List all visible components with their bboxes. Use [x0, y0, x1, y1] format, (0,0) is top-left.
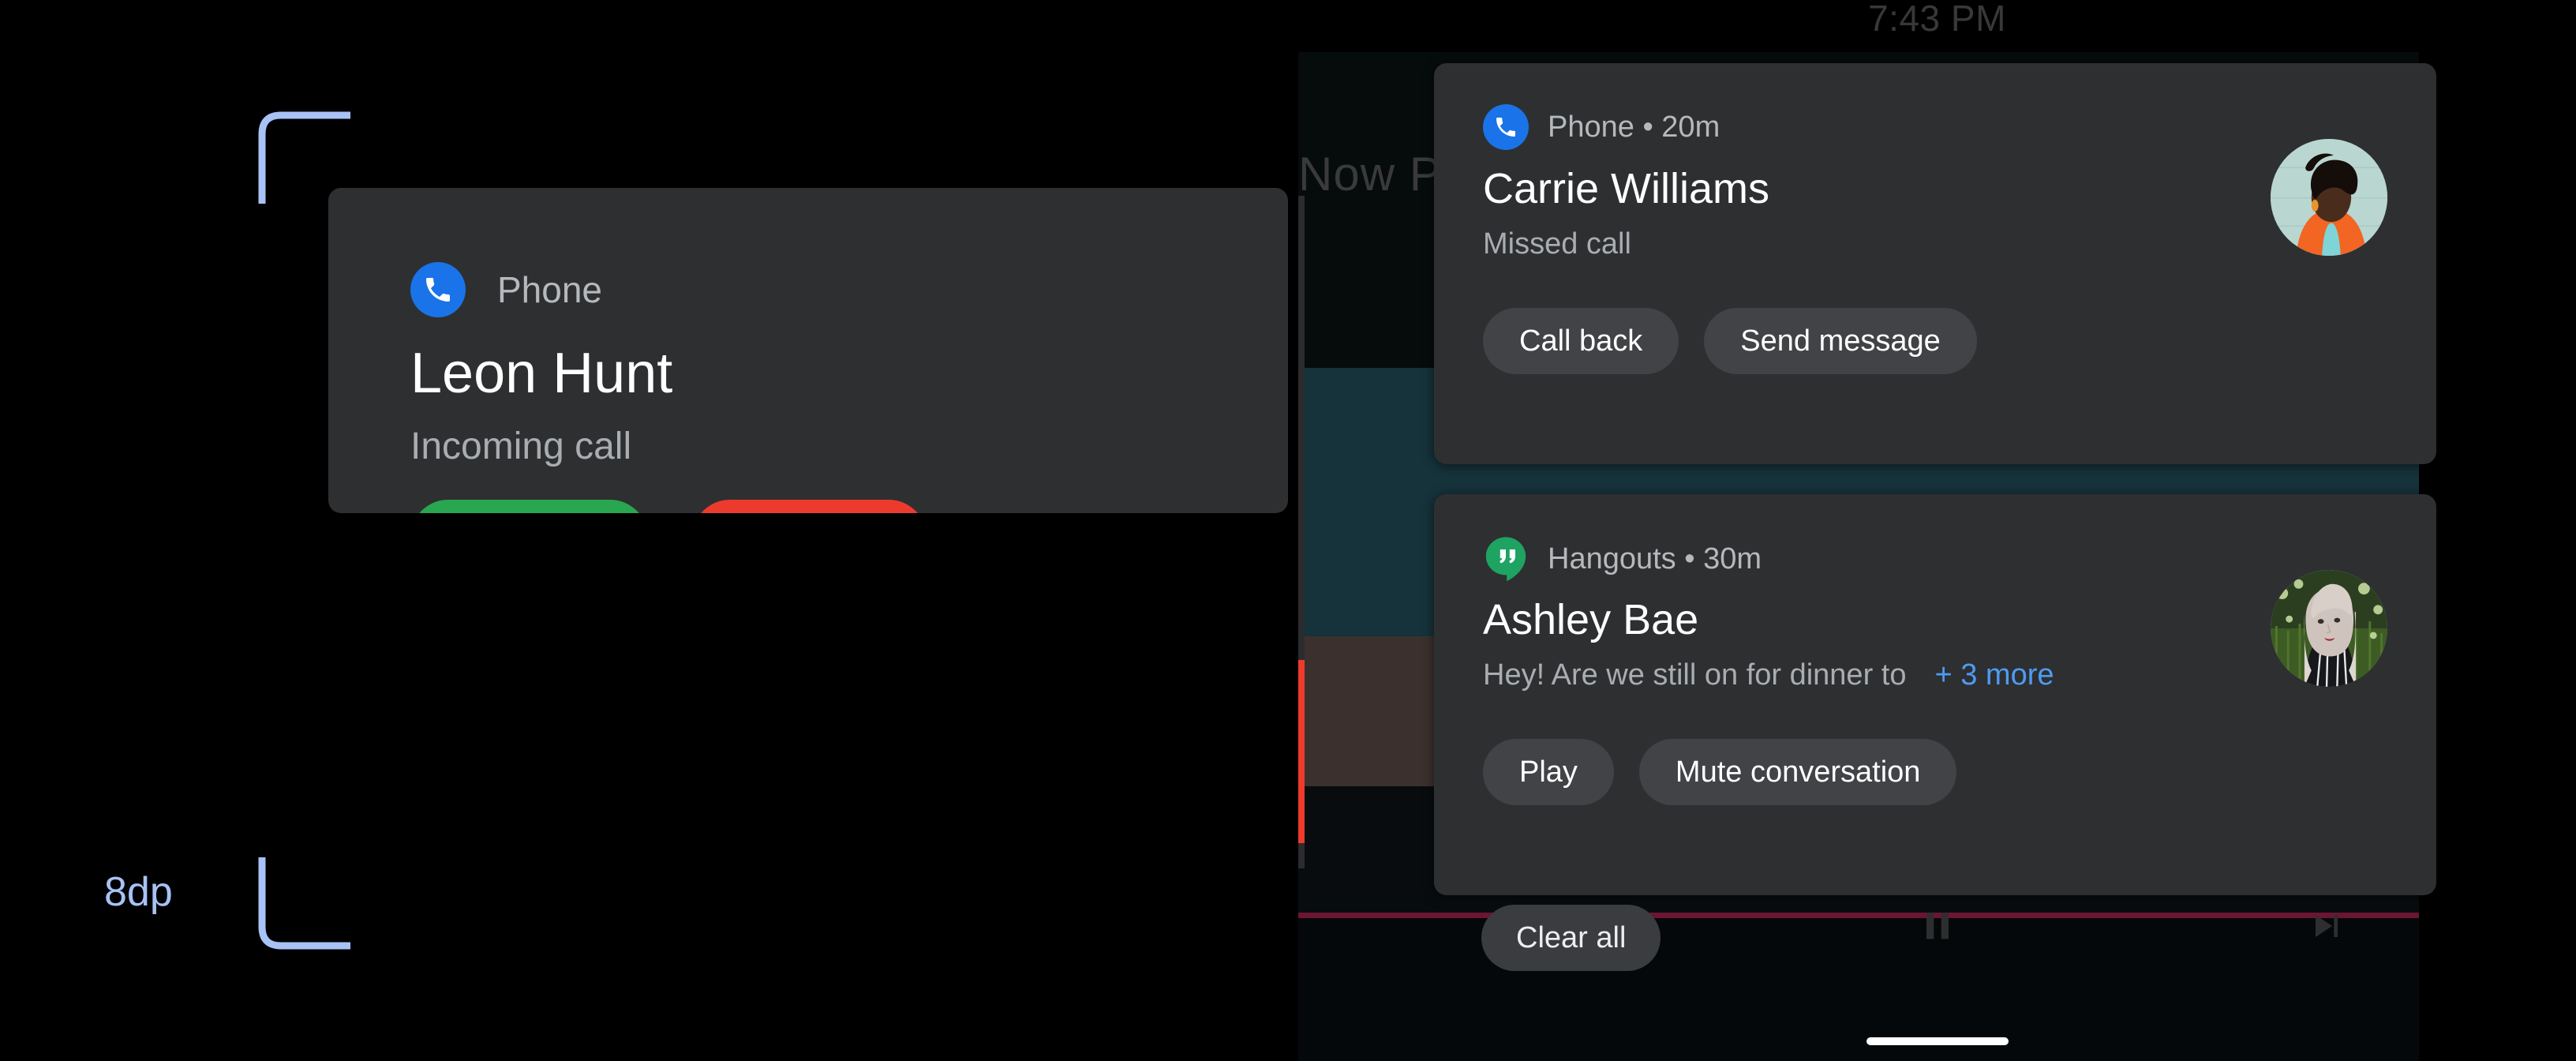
more-messages-link[interactable]: + 3 more: [1934, 658, 2054, 692]
skip-next-icon[interactable]: [2291, 890, 2362, 962]
notification-source: Phone • 20m: [1548, 110, 1720, 144]
send-message-button[interactable]: Send message: [1704, 308, 1977, 374]
answer-button[interactable]: Answer: [410, 500, 648, 513]
play-button[interactable]: Play: [1483, 739, 1614, 805]
notification-title: Carrie Williams: [1483, 165, 1769, 212]
spacing-guide-label: 8dp: [104, 869, 173, 915]
decline-button[interactable]: Decline: [691, 500, 927, 513]
hangouts-icon: [1483, 535, 1529, 583]
phone-icon: [410, 262, 466, 317]
notification-subtitle: Missed call: [1483, 227, 1631, 261]
call-action-row: Answer Decline: [410, 500, 927, 513]
call-back-button[interactable]: Call back: [1483, 308, 1679, 374]
status-bar-time: 7:43 PM: [1868, 0, 2006, 39]
notification-actions: Call back Send message: [1483, 308, 1977, 374]
clear-all-button[interactable]: Clear all: [1481, 905, 1661, 971]
notification-subtitle-row: Hey! Are we still on for dinner to + 3 mo…: [1483, 658, 2054, 692]
call-app-name: Phone: [497, 269, 603, 310]
home-indicator: [1866, 1037, 2009, 1045]
spacing-guide-bottom-left: [257, 856, 352, 950]
caller-name: Leon Hunt: [410, 342, 673, 405]
phone-icon: [1483, 104, 1529, 150]
incoming-call-card[interactable]: Phone Leon Hunt Incoming call Answer Dec…: [328, 188, 1288, 513]
call-card-header: Phone: [410, 262, 602, 317]
phone-screen: Now Playing 7:43 PM Phone • 20m Carrie W…: [1298, 0, 2576, 1061]
screen-root: Now Playing 7:43 PM Phone • 20m Carrie W…: [0, 0, 2576, 1061]
accent-block: [1298, 660, 1305, 843]
notification-header: Hangouts • 30m: [1483, 535, 1762, 583]
notification-card-hangouts[interactable]: Hangouts • 30m Ashley Bae Hey! Are we st…: [1434, 494, 2436, 895]
carrie-williams-avatar: [2271, 139, 2387, 256]
notification-source: Hangouts • 30m: [1548, 542, 1762, 575]
pause-icon[interactable]: [1902, 890, 1973, 962]
notification-card-missed-call[interactable]: Phone • 20m Carrie Williams Missed call: [1434, 63, 2436, 464]
ashley-bae-avatar: [2271, 570, 2387, 687]
notification-title: Ashley Bae: [1483, 596, 1699, 643]
notification-actions: Play Mute conversation: [1483, 739, 1957, 805]
notification-message-preview: Hey! Are we still on for dinner to: [1483, 658, 1907, 692]
call-status-text: Incoming call: [410, 426, 632, 467]
mute-conversation-button[interactable]: Mute conversation: [1638, 739, 1957, 805]
notification-header: Phone • 20m: [1483, 104, 1720, 150]
